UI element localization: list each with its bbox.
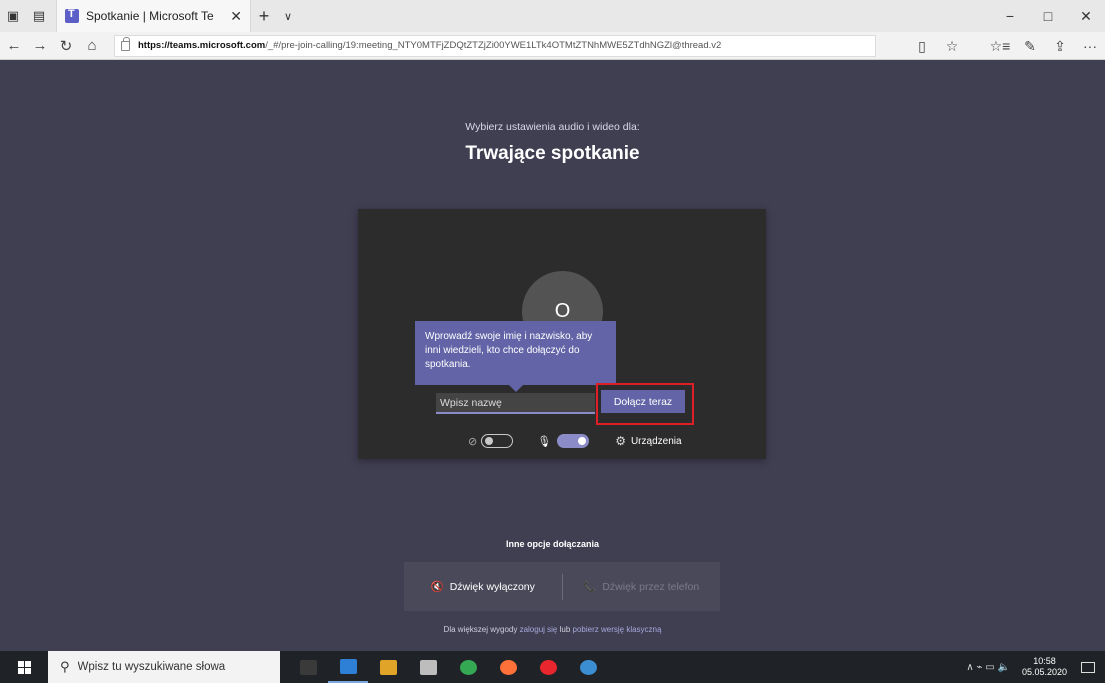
opera-app-icon[interactable]: [528, 651, 568, 683]
tab-title: Spotkanie | Microsoft Te: [86, 9, 214, 23]
audio-off-button[interactable]: 🔇 Dźwięk wyłączony: [404, 580, 562, 594]
windows-taskbar: ⚲ ∧ ⌁ ▭ 🔈 10:58 05.05.2020: [0, 651, 1105, 683]
teams-logo-icon: [65, 8, 79, 23]
chrome-app-icon-glyph: [459, 659, 477, 675]
microphone-icon: 🎙: [537, 435, 552, 448]
calculator-icon-glyph: [419, 659, 437, 675]
teams-app-icon-glyph: [579, 659, 597, 675]
microphone-toggle[interactable]: [557, 434, 590, 448]
refresh-button[interactable]: ↻: [54, 32, 78, 60]
avatar-glyph: O: [554, 300, 571, 322]
name-input[interactable]: [436, 393, 595, 414]
more-icon[interactable]: ···: [1075, 32, 1105, 60]
note-middle: lub: [557, 625, 573, 634]
notes-pen-icon[interactable]: ✎: [1015, 32, 1045, 60]
start-button[interactable]: [0, 651, 48, 683]
file-explorer-icon-glyph: [379, 659, 397, 675]
browser-tab-bar: ▣ ▤ Spotkanie | Microsoft Te ✕ + ∨ − □ ✕: [0, 0, 1105, 32]
minimize-button[interactable]: −: [991, 0, 1029, 32]
camera-off-icon: ⊘: [468, 435, 478, 448]
audio-off-label: Dźwięk wyłączony: [449, 580, 535, 593]
favorite-star-icon[interactable]: ☆: [937, 32, 967, 60]
edge-app-icon[interactable]: [328, 651, 368, 683]
favorites-icon[interactable]: ☆≡: [985, 32, 1015, 60]
opera-app-icon-glyph: [539, 659, 557, 675]
other-options-box: 🔇 Dźwięk wyłączony 📞 Dźwięk przez telefo…: [404, 562, 720, 611]
close-window-button[interactable]: ✕: [1067, 0, 1105, 32]
maximize-button[interactable]: □: [1029, 0, 1067, 32]
task-view-icon-glyph: [299, 659, 317, 675]
edge-app-icon-glyph: [339, 658, 357, 674]
clock-date: 05.05.2020: [1021, 667, 1067, 677]
clock[interactable]: 10:58 05.05.2020: [1022, 656, 1067, 678]
back-button[interactable]: ←: [2, 32, 26, 60]
phone-audio-label: Dźwięk przez telefon: [602, 580, 700, 593]
firefox-app-icon-glyph: [499, 659, 517, 675]
chrome-app-icon[interactable]: [448, 651, 488, 683]
sign-in-link[interactable]: zaloguj się: [520, 625, 558, 634]
tray-icons[interactable]: ∧ ⌁ ▭ 🔈: [966, 662, 1010, 673]
taskbar-search[interactable]: ⚲: [48, 651, 280, 683]
name-tooltip: Wprowadź swoje imię i nazwisko, aby inni…: [415, 321, 616, 392]
video-preview-panel: O Wprowadź swoje imię i nazwisko, aby in…: [358, 209, 766, 459]
gear-icon[interactable]: ⚙: [615, 434, 626, 448]
url-text: https://teams.microsoft.com/_#/pre-join-…: [138, 40, 721, 51]
speaker-off-icon: 🔇: [430, 581, 444, 593]
prejoin-page: Wybierz ustawienia audio i wideo dla: Tr…: [0, 61, 1105, 651]
windows-logo-icon: [17, 660, 31, 674]
teams-app-icon[interactable]: [568, 651, 608, 683]
other-options-title: Inne opcje dołączania: [505, 539, 600, 549]
firefox-app-icon[interactable]: [488, 651, 528, 683]
calculator-icon[interactable]: [408, 651, 448, 683]
url-domain: https://teams.microsoft.com: [138, 40, 266, 51]
download-desktop-link[interactable]: pobierz wersję klasyczną: [573, 625, 662, 634]
window-controls: − □ ✕: [991, 0, 1105, 32]
home-button[interactable]: ⌂: [80, 32, 104, 60]
forward-button[interactable]: →: [28, 32, 52, 60]
note-prefix: Dla większej wygody: [443, 625, 520, 634]
devices-button[interactable]: Urządzenia: [631, 436, 682, 447]
notification-center-icon[interactable]: [1081, 661, 1095, 673]
file-explorer-icon[interactable]: [368, 651, 408, 683]
lock-icon: [121, 36, 130, 51]
new-tab-button[interactable]: +: [251, 0, 277, 32]
meeting-title: Trwające spotkanie: [465, 143, 640, 164]
tab-dropdown-icon[interactable]: ∨: [277, 0, 299, 32]
search-icon: ⚲: [60, 659, 70, 674]
tab-preview-icon[interactable]: ▤: [26, 0, 52, 32]
tab-aside-icon[interactable]: ▣: [0, 0, 26, 32]
phone-audio-button[interactable]: 📞 Dźwięk przez telefon: [563, 580, 721, 594]
browser-tab-teams[interactable]: Spotkanie | Microsoft Te ✕: [56, 0, 251, 32]
reading-view-icon[interactable]: ▯: [907, 32, 937, 60]
join-now-button[interactable]: Dołącz teraz: [601, 390, 685, 413]
browser-toolbar-right: ▯ ☆ ☆≡ ✎ ⇪ ···: [907, 32, 1105, 60]
url-path: /_#/pre-join-calling/19:meeting_NTY0MTFj…: [265, 40, 722, 51]
task-view-icon[interactable]: [288, 651, 328, 683]
share-icon[interactable]: ⇪: [1045, 32, 1075, 60]
clock-time: 10:58: [1033, 656, 1056, 666]
camera-toggle[interactable]: [481, 434, 514, 448]
signin-note: Dla większej wygody zaloguj się lub pobi…: [0, 625, 1105, 634]
taskbar-search-input[interactable]: [77, 661, 268, 673]
tab-close-icon[interactable]: ✕: [230, 8, 242, 25]
system-tray: ∧ ⌁ ▭ 🔈 10:58 05.05.2020: [966, 651, 1105, 683]
taskbar-apps: [288, 651, 608, 683]
prejoin-subtitle: Wybierz ustawienia audio i wideo dla:: [465, 121, 640, 133]
url-field[interactable]: https://teams.microsoft.com/_#/pre-join-…: [114, 34, 876, 57]
phone-icon: 📞: [583, 581, 597, 593]
media-controls: ⊘ 🎙 ⚙ Urządzenia: [468, 433, 682, 449]
